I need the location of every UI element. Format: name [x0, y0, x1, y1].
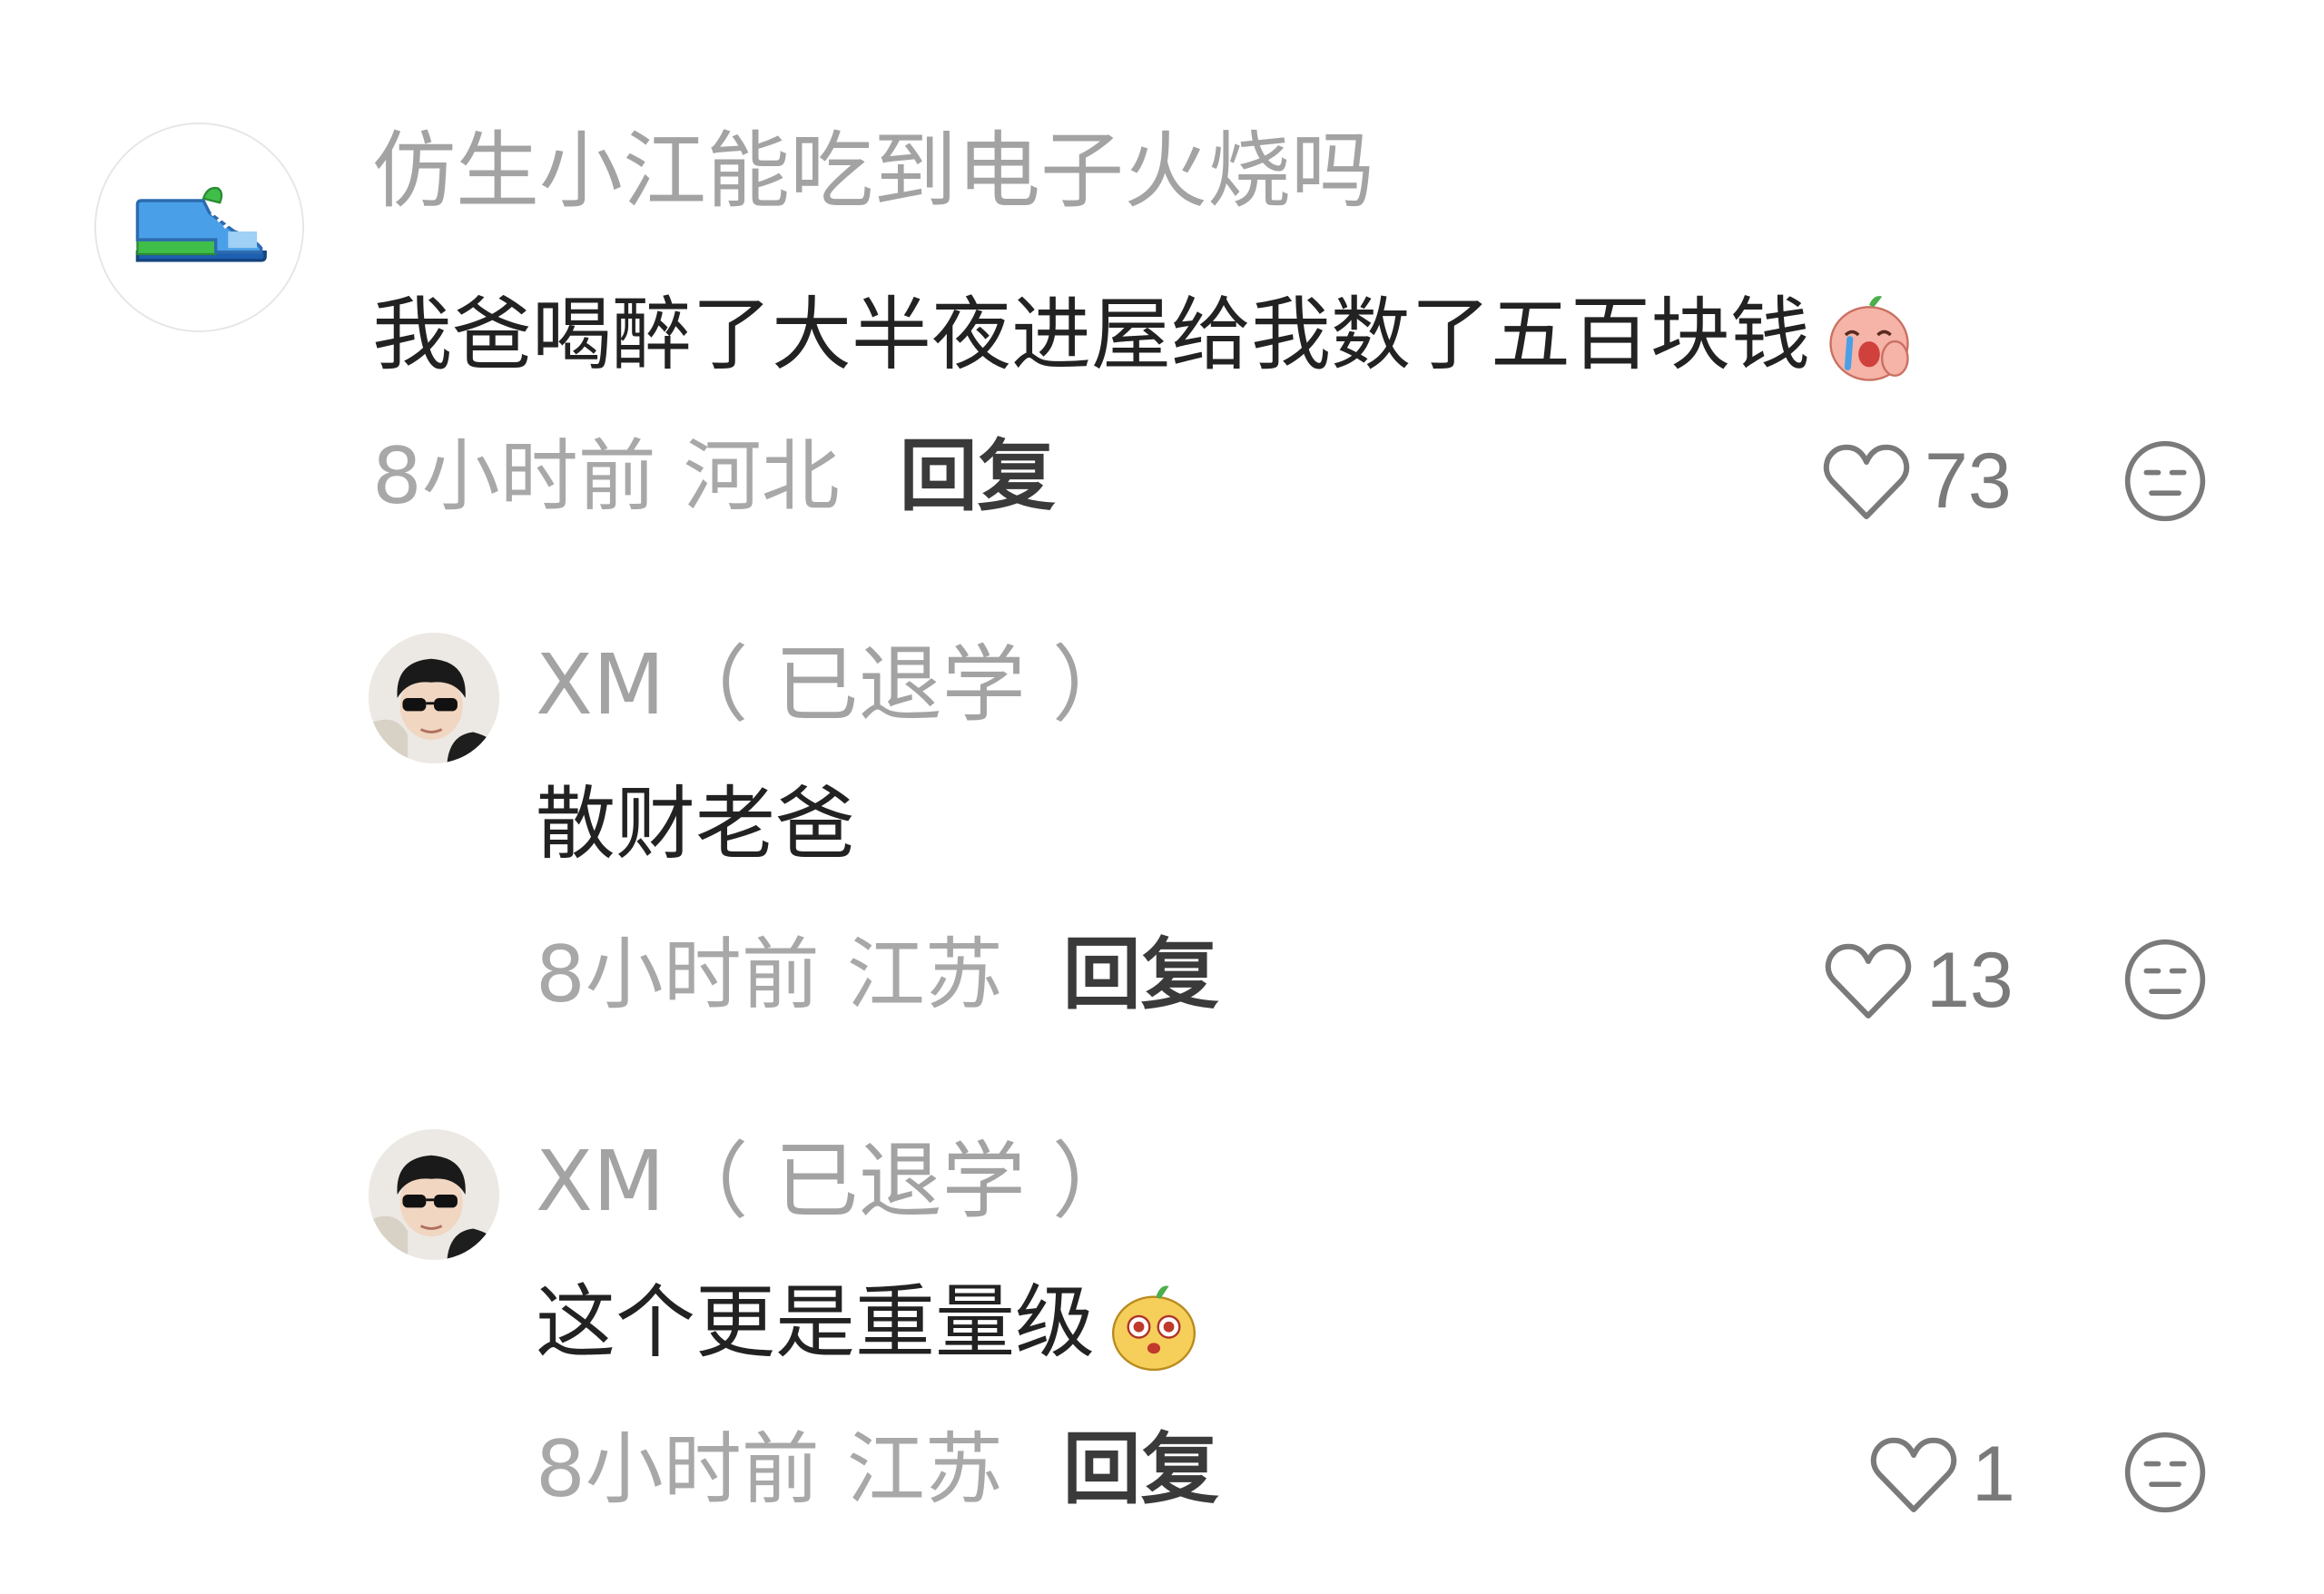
user-avatar[interactable] [94, 123, 304, 332]
meh-face-icon [2124, 939, 2206, 1020]
dislike-button[interactable] [2122, 937, 2208, 1022]
reply-text: 散财老爸 [536, 777, 856, 871]
reply-button[interactable]: 回复 [900, 438, 1056, 516]
reply-button[interactable]: 回复 [1063, 936, 1219, 1014]
reply-location: 江苏 [846, 1424, 1003, 1515]
comment-thread: 仿生小江能吃到电子火烧吗 我爸喝醉了大半夜进屋给我数了五百块钱 8小时前 河北 … [0, 0, 2324, 1594]
reply-location: 江苏 [846, 930, 1003, 1020]
boy-sunglasses-avatar-icon [369, 1129, 499, 1260]
sneaker-icon [96, 124, 302, 330]
comment-time: 8小时前 [372, 431, 656, 522]
reply-text: 这个更是重量级 [536, 1275, 1096, 1369]
boy-sunglasses-avatar-icon [369, 633, 499, 763]
comment-username[interactable]: 仿生小江能吃到电子火烧吗 [372, 130, 1374, 213]
reply-time: 8小时前 [536, 930, 820, 1020]
reply-meta: 8小时前 江苏 回复 [536, 936, 1219, 1014]
reply-meta: 8小时前 江苏 回复 [536, 1431, 1219, 1509]
comment-meta: 8小时前 河北 回复 [372, 438, 1056, 516]
comment-text: 我爸喝醉了大半夜进屋给我数了五百块钱 [372, 288, 1811, 381]
like-button[interactable]: 13 [1823, 935, 2014, 1026]
shocked-emoji-icon [1100, 1269, 1207, 1376]
reply-avatar[interactable] [369, 633, 499, 763]
heart-icon [1823, 444, 1910, 519]
meh-face-icon [2124, 1432, 2206, 1513]
dislike-button[interactable] [2122, 1430, 2208, 1515]
like-count: 13 [1926, 937, 2014, 1024]
heart-icon [1870, 1437, 1957, 1512]
comment-location: 河北 [683, 431, 840, 522]
reply-content: 散财老爸 [536, 784, 855, 864]
comment-content: 我爸喝醉了大半夜进屋给我数了五百块钱 [372, 281, 1923, 389]
meh-face-icon [2124, 440, 2206, 522]
like-count: 73 [1925, 438, 2012, 525]
crying-laughing-emoji-icon [1816, 281, 1923, 389]
dislike-button[interactable] [2122, 438, 2208, 524]
like-button[interactable]: 1 [1868, 1429, 2015, 1520]
reply-content: 这个更是重量级 [536, 1269, 1207, 1376]
reply-button[interactable]: 回复 [1063, 1431, 1219, 1509]
reply-username[interactable]: XM（ 已退学 ） [536, 1140, 1136, 1224]
like-button[interactable]: 73 [1821, 436, 2012, 526]
heart-icon [1825, 943, 1912, 1018]
like-count: 1 [1972, 1431, 2015, 1518]
reply-avatar[interactable] [369, 1129, 499, 1260]
reply-username[interactable]: XM（ 已退学 ） [536, 644, 1136, 727]
reply-time: 8小时前 [536, 1424, 820, 1515]
